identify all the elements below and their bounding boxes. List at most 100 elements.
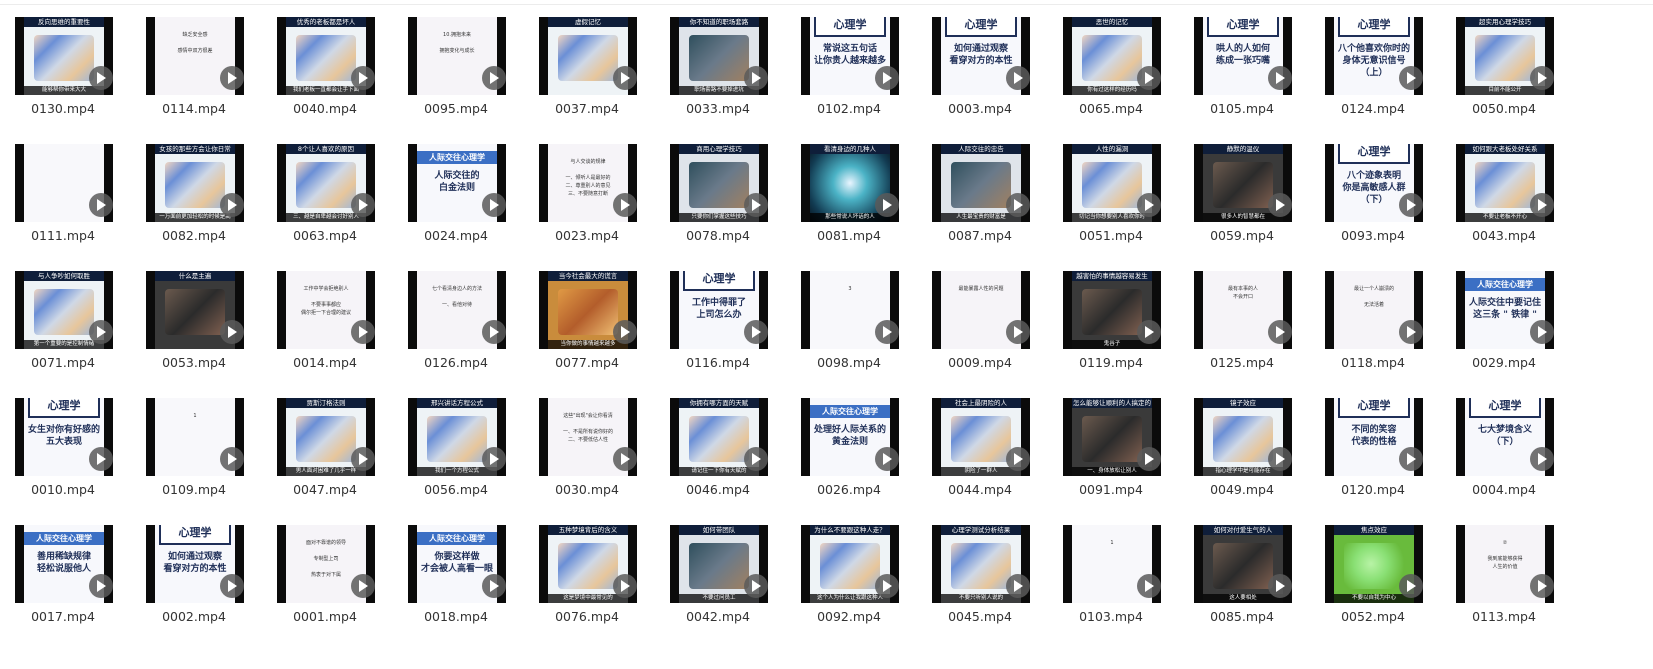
file-tile[interactable]: 8个让人喜欢的原因 三、越是自卑越会讨好别人 0063.mp4 [262,144,393,264]
video-thumbnail[interactable]: 优秀的老板都是坏人 我们老板一直都会让手下面 [277,17,375,95]
video-thumbnail[interactable]: 什么是主遍 [146,271,244,349]
file-tile[interactable]: 越害怕的事情越容易发生 鬼谷子 0119.mp4 [1048,271,1179,391]
video-thumbnail[interactable]: 七个看清身边人的方法 一、看他对待 [408,271,506,349]
play-icon[interactable] [875,66,899,90]
play-icon[interactable] [875,447,899,471]
play-icon[interactable] [482,447,506,471]
play-icon[interactable] [482,66,506,90]
video-thumbnail[interactable] [15,144,113,222]
play-icon[interactable] [220,447,244,471]
file-tile[interactable]: 商用心理学技巧 只要你们掌握这些技巧 0078.mp4 [655,144,786,264]
play-icon[interactable] [613,574,637,598]
video-thumbnail[interactable]: 3 [801,271,899,349]
file-tile[interactable]: 工作中学会拒绝别人 不要事事都应 偶尔拒一下合理的建议 0014.mp4 [262,271,393,391]
file-tile[interactable]: 心理学 常说这五句话 让你贵人越来越多 0102.mp4 [786,17,917,137]
file-tile[interactable]: 什么是主遍 0053.mp4 [131,271,262,391]
video-thumbnail[interactable]: 焦点效应 不要以自我为中心 [1325,525,1423,603]
video-thumbnail[interactable]: 心理学 如何通过观察 看穿对方的本性 [932,17,1030,95]
file-tile[interactable]: 人际交往心理学 人际交往的 白金法则 0024.mp4 [393,144,524,264]
video-thumbnail[interactable]: 1 [1063,525,1161,603]
play-icon[interactable] [89,66,113,90]
video-thumbnail[interactable]: 怎么能够让顺利的人搞定的 一、身体放松让别人 [1063,398,1161,476]
video-thumbnail[interactable]: 最有本事的人 不会开口 [1194,271,1292,349]
play-icon[interactable] [1006,66,1030,90]
file-tile[interactable]: 缺乏安全感 感情中双方很差 0114.mp4 [131,17,262,137]
file-tile[interactable]: 与人交谈的规律 一、倾听人是最好的 二、尊重别人的意见 三、不要随意打断 0023… [524,144,655,264]
play-icon[interactable] [613,320,637,344]
file-tile[interactable]: 人际交往心理学 你要这样做 才会被人高看一眼 0018.mp4 [393,525,524,645]
file-tile[interactable]: 心理学 八个迹象表明 你是高敏感人群 （下） 0093.mp4 [1310,144,1441,264]
file-tile[interactable]: 人际交往心理学 处理好人际关系的 黄金法则 0026.mp4 [786,398,917,518]
play-icon[interactable] [1006,574,1030,598]
video-thumbnail[interactable]: 人际交往的忠告 人生最宝贵的财富是 [932,144,1030,222]
video-thumbnail[interactable]: 心理学 如何通过观察 看穿对方的本性 [146,525,244,603]
play-icon[interactable] [220,193,244,217]
play-icon[interactable] [1530,193,1554,217]
play-icon[interactable] [220,320,244,344]
play-icon[interactable] [744,320,768,344]
video-thumbnail[interactable]: 如何对付爱生气的人 这人要相处 [1194,525,1292,603]
video-thumbnail[interactable]: 与人交谈的规律 一、倾听人是最好的 二、尊重别人的意见 三、不要随意打断 [539,144,637,222]
play-icon[interactable] [875,574,899,598]
video-thumbnail[interactable]: 心理学测试分析结果 不要只听别人说的 [932,525,1030,603]
video-thumbnail[interactable]: 心理学 女生对你有好感的 五大表现 [15,398,113,476]
play-icon[interactable] [744,574,768,598]
file-tile[interactable]: 静默的温仪 很多人的智慧都在 0059.mp4 [1179,144,1310,264]
file-tile[interactable]: 最有本事的人 不会开口 0125.mp4 [1179,271,1310,391]
file-tile[interactable]: 心理学 如何通过观察 看穿对方的本性 0002.mp4 [131,525,262,645]
play-icon[interactable] [1530,447,1554,471]
video-thumbnail[interactable]: 缺乏安全感 感情中双方很差 [146,17,244,95]
video-thumbnail[interactable]: 邢兴讲话方程公式 我们一个方程公式 [408,398,506,476]
play-icon[interactable] [613,66,637,90]
video-thumbnail[interactable]: 越害怕的事情越容易发生 鬼谷子 [1063,271,1161,349]
file-tile[interactable]: 人际交往的忠告 人生最宝贵的财富是 0087.mp4 [917,144,1048,264]
file-tile[interactable]: 焦点效应 不要以自我为中心 0052.mp4 [1310,525,1441,645]
play-icon[interactable] [220,574,244,598]
video-thumbnail[interactable]: 镜子效应 指心理学中是可能存在 [1194,398,1292,476]
play-icon[interactable] [1137,574,1161,598]
video-thumbnail[interactable]: 五种梦境背后的含义 这是梦境中最常见的 [539,525,637,603]
file-tile[interactable]: 与人争吵如何取胜 第一个重要的是控制情绪 0071.mp4 [0,271,131,391]
file-tile[interactable]: 人性的漏洞 切记当你想要别人喜欢你时 0051.mp4 [1048,144,1179,264]
play-icon[interactable] [1137,447,1161,471]
video-thumbnail[interactable]: 1 [146,398,244,476]
play-icon[interactable] [1399,574,1423,598]
play-icon[interactable] [1268,574,1292,598]
play-icon[interactable] [89,193,113,217]
video-thumbnail[interactable]: 看清身边的几种人 那些常说人坏话的人 [801,144,899,222]
play-icon[interactable] [1399,193,1423,217]
video-thumbnail[interactable]: 心理学 八个迹象表明 你是高敏感人群 （下） [1325,144,1423,222]
file-tile[interactable]: 心理学 七大梦境含义 （下） 0004.mp4 [1441,398,1572,518]
file-tile[interactable]: 心理学 哄人的人如何 练成一张巧嘴 0105.mp4 [1179,17,1310,137]
video-thumbnail[interactable]: 这些"出现"会让你看清 一、不是所有说你好的 二、不要低估人性 [539,398,637,476]
file-tile[interactable]: 当今社会最大的谎言 当你做的事情越来越多 0077.mp4 [524,271,655,391]
play-icon[interactable] [875,193,899,217]
file-tile[interactable]: 面对不靠谱的领导 专制型上司 热衷于对下属 0001.mp4 [262,525,393,645]
video-thumbnail[interactable]: 你拥有哪方面的天赋 请记住一下你有天赋的 [670,398,768,476]
play-icon[interactable] [482,574,506,598]
file-tile[interactable]: 怎么能够让顺利的人搞定的 一、身体放松让别人 0091.mp4 [1048,398,1179,518]
file-tile[interactable]: 反向思维的重要性 能够帮你带来大大 0130.mp4 [0,17,131,137]
video-thumbnail[interactable]: 虚假记忆 [539,17,637,95]
play-icon[interactable] [744,66,768,90]
video-thumbnail[interactable]: 人际交往心理学 你要这样做 才会被人高看一眼 [408,525,506,603]
file-tile[interactable]: 你不知道的职场套路 职场套路不要掉进坑 0033.mp4 [655,17,786,137]
file-tile[interactable]: 你拥有哪方面的天赋 请记住一下你有天赋的 0046.mp4 [655,398,786,518]
video-thumbnail[interactable]: 恶世的记忆 你有过这样的经历吗 [1063,17,1161,95]
play-icon[interactable] [351,574,375,598]
video-thumbnail[interactable]: 反向思维的重要性 能够帮你带来大大 [15,17,113,95]
file-tile[interactable]: 人际交往心理学 善用稀缺规律 轻松说服他人 0017.mp4 [0,525,131,645]
video-thumbnail[interactable]: 人际交往心理学 处理好人际关系的 黄金法则 [801,398,899,476]
file-tile[interactable]: 如何对付爱生气的人 这人要相处 0085.mp4 [1179,525,1310,645]
video-thumbnail[interactable]: 心理学 八个他喜欢你时的 身体无意识信号 （上） [1325,17,1423,95]
play-icon[interactable] [351,320,375,344]
play-icon[interactable] [613,193,637,217]
file-tile[interactable]: 为什么不要跟这种人走？ 这个人为什么让我跟这种人 0092.mp4 [786,525,917,645]
play-icon[interactable] [482,193,506,217]
play-icon[interactable] [351,193,375,217]
play-icon[interactable] [1399,320,1423,344]
play-icon[interactable] [89,447,113,471]
video-thumbnail[interactable]: 你不知道的职场套路 职场套路不要掉进坑 [670,17,768,95]
video-thumbnail[interactable]: 贾斯汀格法则 男人面对困难了几乎一样 [277,398,375,476]
video-thumbnail[interactable]: 10.拥抱未来 拥抱变化与成长 [408,17,506,95]
